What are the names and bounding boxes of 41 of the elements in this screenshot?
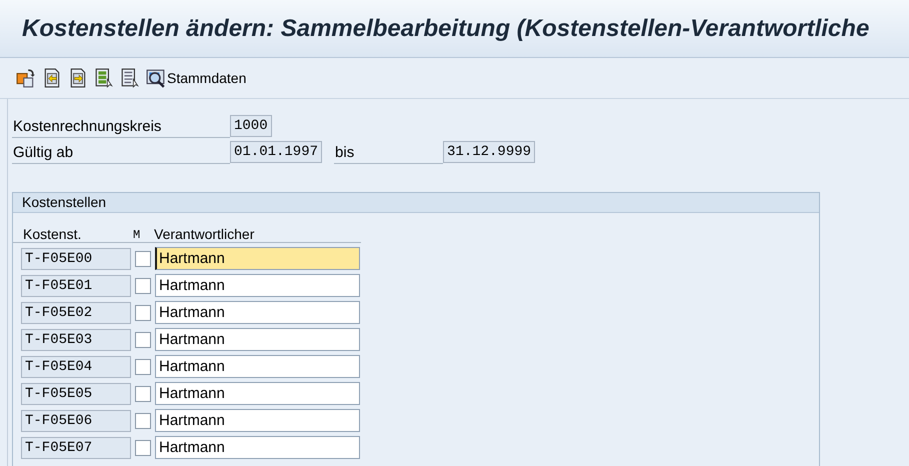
checkbox[interactable] [135, 332, 151, 348]
master-data-button[interactable]: Stammdaten [146, 68, 246, 88]
checkbox[interactable] [135, 440, 151, 456]
window-title: Kostenstellen ändern: Sammelbearbeitung (Kostenstellen-Verantwortliche [22, 14, 870, 42]
group-title: Kostenstellen [13, 193, 819, 213]
valid-from-field[interactable]: 01.01.1997 [230, 141, 322, 163]
checkbox[interactable] [135, 358, 151, 374]
checkbox[interactable] [135, 386, 151, 402]
next-icon[interactable] [68, 68, 88, 88]
field-label: Gültig ab [12, 140, 230, 164]
cost-center-field[interactable]: T-F05E00 [21, 248, 131, 270]
checkbox[interactable] [135, 278, 151, 294]
valid-to-field[interactable]: 31.12.9999 [443, 141, 536, 163]
responsible-field[interactable]: Hartmann [155, 409, 360, 432]
cost-center-field[interactable]: T-F05E07 [21, 436, 131, 458]
responsible-field[interactable]: Hartmann [155, 382, 360, 405]
column-header: Verantwortlicher [154, 226, 254, 242]
cost-center-field[interactable]: T-F05E04 [21, 356, 131, 378]
checkbox[interactable] [135, 250, 151, 266]
column-header: Kostenst. [23, 226, 82, 242]
column-header: M [133, 228, 142, 242]
list-icon[interactable] [94, 68, 114, 88]
responsible-field[interactable]: Hartmann [155, 436, 360, 459]
field-label: Kostenrechnungskreis [12, 114, 230, 138]
checkbox[interactable] [135, 412, 151, 428]
cost-center-field[interactable]: T-F05E02 [21, 302, 131, 324]
responsible-field[interactable]: Hartmann [155, 247, 360, 270]
search-icon [146, 68, 166, 88]
responsible-field[interactable]: Hartmann [155, 274, 360, 297]
previous-icon[interactable] [42, 68, 62, 88]
cost-center-field[interactable]: T-F05E01 [21, 274, 131, 296]
responsible-field[interactable]: Hartmann [155, 355, 360, 378]
responsible-field[interactable]: Hartmann [155, 301, 360, 324]
cost-center-field[interactable]: T-F05E06 [21, 410, 131, 432]
responsible-field[interactable]: Hartmann [155, 328, 360, 351]
cost-center-field[interactable]: T-F05E05 [21, 382, 131, 404]
copy-icon[interactable] [16, 68, 36, 88]
controlling-area-field[interactable]: 1000 [230, 115, 272, 137]
checkbox[interactable] [135, 304, 151, 320]
document-icon[interactable] [120, 68, 140, 88]
cost-center-field[interactable]: T-F05E03 [21, 328, 131, 350]
